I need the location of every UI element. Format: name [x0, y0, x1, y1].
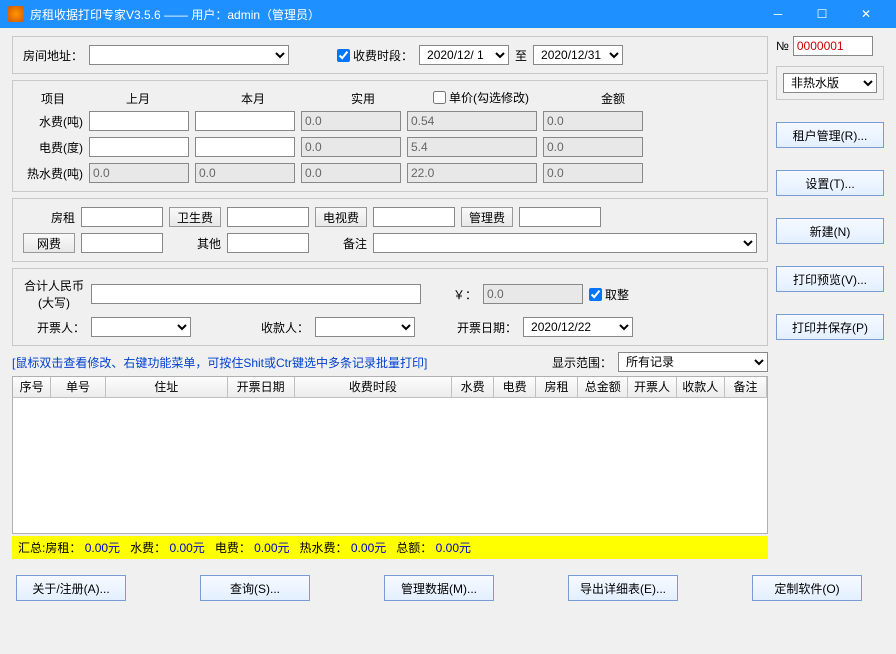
- period-checkbox[interactable]: 收费时段：: [337, 47, 413, 64]
- records-table[interactable]: 序号单号住址开票日期收费时段水费电费房租总金额开票人收款人备注: [12, 376, 768, 534]
- issue-date[interactable]: 2020/12/22: [523, 317, 633, 337]
- receiver-select[interactable]: [315, 317, 415, 337]
- custom-button[interactable]: 定制软件(O): [752, 575, 862, 601]
- scope-label: 显示范围：: [552, 354, 612, 371]
- rent-input[interactable]: [81, 207, 163, 227]
- col-1[interactable]: 单号: [51, 377, 106, 397]
- col-amount: 金额: [563, 90, 663, 107]
- col-item: 项目: [23, 90, 83, 107]
- scope-select[interactable]: 所有记录: [618, 352, 768, 372]
- elec-usage: [301, 137, 401, 157]
- new-button[interactable]: 新建(N): [776, 218, 884, 244]
- round-checkbox[interactable]: 取整: [589, 286, 629, 303]
- price-edit-checkbox[interactable]: 单价(勾选修改): [433, 89, 529, 106]
- total-label-1: 合计人民币: [23, 277, 85, 294]
- meter-panel: 项目 上月 本月 实用 单价(勾选修改) 金额 水费(吨) 电费(度): [12, 80, 768, 192]
- tv-button[interactable]: 电视费: [315, 207, 367, 227]
- maximize-button[interactable]: ☐: [800, 0, 844, 28]
- window-title: 房租收据打印专家V3.5.6 —— 用户：admin（管理员）: [30, 6, 756, 23]
- elec-last[interactable]: [89, 137, 189, 157]
- hot-amount: [543, 163, 643, 183]
- titlebar: 房租收据打印专家V3.5.6 —— 用户：admin（管理员） ─ ☐ ✕: [0, 0, 896, 28]
- query-button[interactable]: 查询(S)...: [200, 575, 310, 601]
- hot-label: 热水费(吨): [23, 165, 83, 182]
- other-input[interactable]: [227, 233, 309, 253]
- no-value[interactable]: [793, 36, 873, 56]
- close-button[interactable]: ✕: [844, 0, 888, 28]
- total-panel: 合计人民币 (大写) ￥： 取整 开票人： 收款人： 开票日期： 2020/12…: [12, 268, 768, 346]
- elec-price: [407, 137, 537, 157]
- hot-price: [407, 163, 537, 183]
- bottom-bar: 关于/注册(A)... 查询(S)... 管理数据(M)... 导出详细表(E)…: [0, 567, 896, 609]
- rent-label: 房租: [23, 209, 75, 226]
- minimize-button[interactable]: ─: [756, 0, 800, 28]
- elec-label: 电费(度): [23, 139, 83, 156]
- hot-this: [195, 163, 295, 183]
- water-amount: [543, 111, 643, 131]
- data-button[interactable]: 管理数据(M)...: [384, 575, 494, 601]
- total-label-2: (大写): [23, 294, 85, 311]
- net-button[interactable]: 网费: [23, 233, 75, 253]
- col-7[interactable]: 房租: [536, 377, 578, 397]
- addr-select[interactable]: [89, 45, 289, 65]
- preview-button[interactable]: 打印预览(V)...: [776, 266, 884, 292]
- period-to[interactable]: 2020/12/31: [533, 45, 623, 65]
- col-5[interactable]: 水费: [452, 377, 494, 397]
- fees-panel: 房租 卫生费 电视费 管理费 网费 其他 备注: [12, 198, 768, 262]
- version-panel: 非热水版: [776, 66, 884, 100]
- receiver-label: 收款人：: [259, 319, 309, 336]
- col-3[interactable]: 开票日期: [227, 377, 294, 397]
- col-0[interactable]: 序号: [13, 377, 51, 397]
- clean-button[interactable]: 卫生费: [169, 207, 221, 227]
- col-this: 本月: [193, 90, 313, 107]
- col-10[interactable]: 收款人: [676, 377, 724, 397]
- issuer-label: 开票人：: [23, 319, 85, 336]
- print-button[interactable]: 打印并保存(P): [776, 314, 884, 340]
- remark-label: 备注: [315, 235, 367, 252]
- period-to-label: 至: [515, 47, 527, 64]
- water-price: [407, 111, 537, 131]
- period-from[interactable]: 2020/12/ 1: [419, 45, 509, 65]
- hot-usage: [301, 163, 401, 183]
- hint-text: [鼠标双击查看修改、右键功能菜单，可按住Shit或Ctr键选中多条记录批量打印]: [12, 354, 427, 371]
- col-4[interactable]: 收费时段: [294, 377, 451, 397]
- tenant-button[interactable]: 租户管理(R)...: [776, 122, 884, 148]
- net-input[interactable]: [81, 233, 163, 253]
- hot-last: [89, 163, 189, 183]
- version-select[interactable]: 非热水版: [783, 73, 877, 93]
- issue-date-label: 开票日期：: [457, 319, 517, 336]
- issuer-select[interactable]: [91, 317, 191, 337]
- tv-input[interactable]: [373, 207, 455, 227]
- remark-select[interactable]: [373, 233, 757, 253]
- total-caps-input[interactable]: [91, 284, 421, 304]
- app-icon: [8, 6, 24, 22]
- total-value: [483, 284, 583, 304]
- addr-label: 房间地址：: [23, 47, 83, 64]
- elec-this[interactable]: [195, 137, 295, 157]
- yen-label: ￥：: [427, 286, 477, 303]
- water-label: 水费(吨): [23, 113, 83, 130]
- summary-bar: 汇总:房租： 0.00元 水费： 0.00元 电费： 0.00元 热水费： 0.…: [12, 536, 768, 559]
- col-6[interactable]: 电费: [494, 377, 536, 397]
- elec-amount: [543, 137, 643, 157]
- col-last: 上月: [83, 90, 193, 107]
- col-9[interactable]: 开票人: [628, 377, 676, 397]
- clean-input[interactable]: [227, 207, 309, 227]
- water-this[interactable]: [195, 111, 295, 131]
- mgmt-button[interactable]: 管理费: [461, 207, 513, 227]
- water-usage: [301, 111, 401, 131]
- export-button[interactable]: 导出详细表(E)...: [568, 575, 678, 601]
- address-panel: 房间地址： 收费时段： 2020/12/ 1 至 2020/12/31: [12, 36, 768, 74]
- no-label: №: [776, 39, 789, 53]
- setting-button[interactable]: 设置(T)...: [776, 170, 884, 196]
- other-label: 其他: [169, 235, 221, 252]
- water-last[interactable]: [89, 111, 189, 131]
- col-2[interactable]: 住址: [105, 377, 227, 397]
- col-11[interactable]: 备注: [724, 377, 766, 397]
- col-8[interactable]: 总金额: [578, 377, 628, 397]
- col-usage: 实用: [313, 90, 413, 107]
- mgmt-input[interactable]: [519, 207, 601, 227]
- about-button[interactable]: 关于/注册(A)...: [16, 575, 126, 601]
